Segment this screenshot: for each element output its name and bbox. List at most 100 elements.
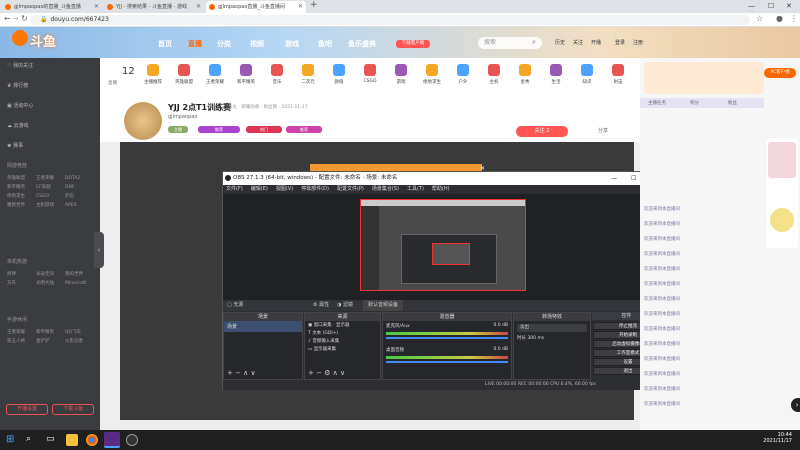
chat-message: 欢迎来到本直播间 [644, 237, 680, 242]
sidebar-item-cloud[interactable]: ☁ 云游戏 [7, 122, 29, 129]
streamer-name[interactable]: gjlmpaopao [168, 114, 197, 120]
task-view-icon[interactable]: ▭ [46, 434, 58, 446]
obs-taskbar-icon[interactable] [126, 434, 138, 446]
share-button[interactable]: 分享 [598, 127, 608, 134]
reload-icon[interactable]: ↻ [21, 14, 28, 23]
category-item[interactable]: 户外 [448, 62, 478, 85]
windows-start-icon[interactable]: ⊞ [6, 434, 18, 446]
source-item[interactable]: ▣ 窗口采集 · 显示器 [305, 321, 380, 329]
volume-slider[interactable] [386, 361, 508, 363]
minimize-icon[interactable]: — [748, 0, 755, 12]
taskbar-app-icon[interactable] [104, 432, 120, 448]
star-icon[interactable]: ☆ [756, 14, 763, 23]
volume-slider[interactable] [386, 337, 508, 339]
back-icon[interactable]: ← [4, 14, 11, 23]
transition-duration[interactable]: 时长 300 ms [517, 335, 587, 341]
category-item[interactable]: 星秀 [510, 62, 540, 85]
promo-banner[interactable] [644, 62, 764, 94]
browser-tab-active[interactable]: gjlmpaopao直播_斗鱼直播间 ✕ [206, 1, 306, 13]
chrome-icon[interactable] [86, 434, 98, 446]
browser-tab[interactable]: gjlmpaopao的直播_斗鱼直播 ✕ [2, 1, 102, 13]
profile-icon[interactable]: ● [776, 14, 783, 23]
sidebar-item-follow[interactable]: ♡ 我的关注 [7, 62, 33, 69]
menu-view[interactable]: 视图(V) [276, 186, 293, 192]
sidebar-item-activity[interactable]: ▣ 活动中心 [7, 102, 33, 109]
category-item[interactable]: 游戏 [386, 62, 416, 85]
source-item[interactable]: T 文本 (GDI+) [305, 329, 380, 337]
close-tab-icon[interactable]: ✕ [94, 1, 99, 13]
transition-select[interactable]: 淡出 [517, 324, 587, 332]
nav-festival[interactable]: 鱼乐盛典 [348, 39, 376, 49]
nav-yuba[interactable]: 鱼吧 [318, 39, 332, 49]
follow-button[interactable]: 关注 2 [516, 126, 568, 137]
stream-settings-button[interactable]: 开播设置 [6, 404, 48, 415]
category-item[interactable]: CSGO [355, 62, 385, 84]
close-tab-icon[interactable]: ✕ [298, 1, 303, 13]
source-controls[interactable]: + − ⚙ ∧ ∨ [308, 369, 345, 377]
category-icon [364, 64, 376, 76]
register-button[interactable]: 注册 [633, 39, 643, 46]
scene-item[interactable]: 场景 [224, 321, 302, 332]
history-button[interactable]: 历史 [555, 39, 565, 46]
start-stream-button[interactable]: 开播 [591, 39, 601, 46]
streamer-avatar[interactable] [124, 102, 162, 140]
category-item[interactable]: 和平精英 [231, 62, 261, 85]
maximize-icon[interactable]: ☐ [631, 172, 636, 185]
nav-category[interactable]: 分类 [217, 39, 231, 49]
file-explorer-icon[interactable] [66, 434, 78, 446]
side-ad[interactable] [766, 138, 798, 248]
menu-tools[interactable]: 工具(T) [407, 186, 424, 192]
login-button[interactable]: 登录 [615, 39, 625, 46]
maximize-icon[interactable]: ☐ [768, 0, 774, 12]
site-logo[interactable]: 斗鱼 [30, 31, 56, 50]
clock[interactable]: 10:44 2021/11/17 [752, 432, 792, 444]
source-item[interactable]: ♪ 音频输入采集 [305, 337, 380, 345]
download-app-button[interactable]: 下载斗鱼 [52, 404, 94, 415]
nav-home[interactable]: 首页 [158, 39, 172, 49]
category-item[interactable]: 颜值 [324, 62, 354, 85]
category-item[interactable]: 射击 [603, 62, 633, 85]
sidebar-item-rank[interactable]: ♛ 排行榜 [7, 82, 28, 89]
forward-icon[interactable]: → [12, 14, 19, 23]
side-arrow-button[interactable]: › [791, 398, 800, 412]
nav-game[interactable]: 游戏 [285, 39, 299, 49]
menu-edit[interactable]: 编辑(E) [251, 186, 268, 192]
menu-scene-collection[interactable]: 场景集合(S) [372, 186, 399, 192]
category-item[interactable]: 主机 [479, 62, 509, 85]
minimize-icon[interactable]: — [611, 172, 617, 185]
browser-tab[interactable]: YJJ - 搜索结果 - 斗鱼直播 - 游戏 ✕ [104, 1, 204, 13]
category-item[interactable]: 绝地求生 [417, 62, 447, 85]
follow-list-button[interactable]: 关注 [573, 39, 583, 46]
category-item[interactable]: 王者荣耀 [200, 62, 230, 85]
obs-preview[interactable] [223, 194, 661, 300]
close-window-icon[interactable]: ✕ [786, 0, 792, 12]
menu-file[interactable]: 文件(F) [226, 186, 243, 192]
sidebar-collapse-handle[interactable]: ‹ [94, 232, 104, 268]
category-item[interactable]: 主播推荐 [138, 62, 168, 85]
sidebar-item-esports[interactable]: ♚ 赛事 [7, 142, 23, 149]
menu-profile[interactable]: 配置文件(P) [337, 186, 364, 192]
url-input[interactable]: 🔒 douyu.com/667423 [30, 15, 750, 25]
nav-live[interactable]: 直播 [188, 39, 202, 49]
filters-button[interactable]: ◑ 滤镜 [337, 300, 353, 311]
category-item[interactable]: 生活 [541, 62, 571, 85]
preview-capture[interactable] [360, 199, 526, 291]
new-tab-button[interactable]: + [310, 0, 318, 10]
menu-help[interactable]: 帮助(H) [432, 186, 450, 192]
menu-icon[interactable]: ⋮ [790, 14, 798, 23]
category-item[interactable]: 二次元 [293, 62, 323, 85]
default-audio-device-button[interactable]: 默认音频设备 [363, 300, 404, 311]
nav-video[interactable]: 视频 [250, 39, 264, 49]
scene-controls[interactable]: + − ∧ ∨ [227, 369, 256, 377]
category-item[interactable]: 英雄联盟 [169, 62, 199, 85]
category-item[interactable]: 音乐 [262, 62, 292, 85]
pc-client-button[interactable]: PC客户端 [764, 68, 796, 78]
category-item[interactable]: 知识 [572, 62, 602, 85]
download-client-badge[interactable]: 下载客户端 [396, 40, 430, 48]
properties-button[interactable]: ⚙ 属性 [313, 300, 329, 311]
source-item[interactable]: ▭ 显示器采集 [305, 345, 380, 353]
menu-docks[interactable]: 停靠部件(D) [301, 186, 329, 192]
search-icon[interactable]: ⌕ [532, 38, 536, 47]
close-tab-icon[interactable]: ✕ [196, 1, 201, 13]
search-icon[interactable]: ⌕ [26, 434, 38, 446]
